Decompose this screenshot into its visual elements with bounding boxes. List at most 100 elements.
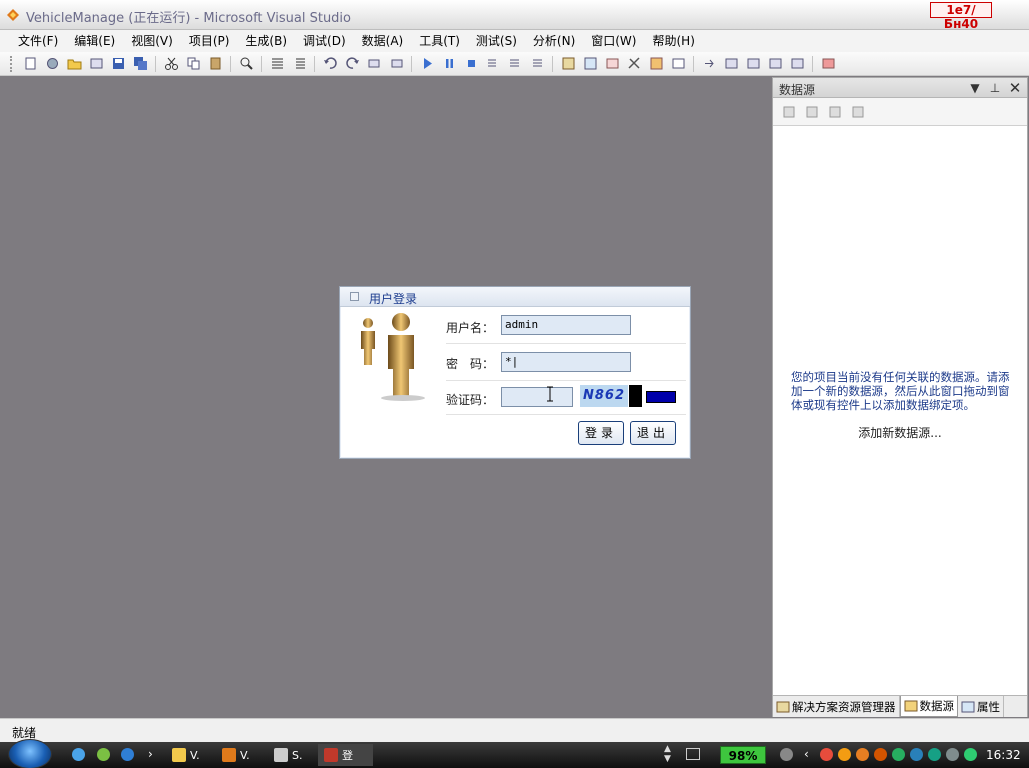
quicklaunch-icon[interactable] xyxy=(97,748,110,761)
close-icon[interactable]: ✕ xyxy=(1007,80,1023,96)
menu-test[interactable]: 测试(S) xyxy=(468,31,525,51)
taskbar-app-login[interactable]: 登 xyxy=(318,744,373,766)
app-icon xyxy=(274,748,288,762)
tray-icon[interactable] xyxy=(856,748,869,761)
menu-file[interactable]: 文件(F) xyxy=(10,31,66,51)
start-button[interactable] xyxy=(8,739,52,768)
captcha-noise xyxy=(629,385,642,407)
toolbox-button[interactable] xyxy=(624,55,644,73)
menu-build[interactable]: 生成(B) xyxy=(237,31,295,51)
login-button[interactable]: 登录 xyxy=(578,421,624,445)
tray-icon[interactable] xyxy=(892,748,905,761)
paste-button[interactable] xyxy=(205,55,225,73)
comment-button[interactable] xyxy=(267,55,287,73)
lock-controls-button[interactable] xyxy=(787,55,807,73)
title-bar: VehicleManage (正在运行) - Microsoft Visual … xyxy=(0,0,1029,31)
shield-icon[interactable] xyxy=(964,748,977,761)
tab-datasource[interactable]: 数据源 xyxy=(899,696,958,717)
tray-icon[interactable] xyxy=(820,748,833,761)
step-into-button[interactable] xyxy=(483,55,503,73)
open-file-button[interactable] xyxy=(64,55,84,73)
quicklaunch-icon[interactable] xyxy=(72,748,85,761)
captcha-refresh-button[interactable] xyxy=(646,391,676,403)
chevron-right-icon[interactable]: › xyxy=(148,747,153,761)
menu-debug[interactable]: 调试(D) xyxy=(295,31,354,51)
dropdown-icon[interactable]: ▼ xyxy=(967,80,983,96)
redo-button[interactable] xyxy=(342,55,362,73)
add-item-button[interactable] xyxy=(42,55,62,73)
network-icon[interactable] xyxy=(780,748,793,761)
uncomment-button[interactable] xyxy=(289,55,309,73)
find-button[interactable] xyxy=(236,55,256,73)
redo-icon xyxy=(345,57,359,69)
menu-bar: 文件(F) 编辑(E) 视图(V) 项目(P) 生成(B) 调试(D) 数据(A… xyxy=(0,30,1029,52)
stop-button[interactable] xyxy=(461,55,481,73)
chevron-left-icon[interactable]: ‹ xyxy=(804,747,809,761)
pause-button[interactable] xyxy=(439,55,459,73)
collapse-icon[interactable] xyxy=(350,292,359,301)
taskbar-app-s[interactable]: S. xyxy=(274,746,302,764)
pin-icon[interactable]: ⊥ xyxy=(987,80,1003,96)
battery-indicator: 98% xyxy=(720,746,766,764)
username-input[interactable]: admin xyxy=(501,315,631,335)
taskbar-app-folder[interactable]: V. xyxy=(172,746,200,764)
keyboard-icon[interactable] xyxy=(686,748,700,760)
layout-button[interactable] xyxy=(743,55,763,73)
start-debug-button[interactable] xyxy=(417,55,437,73)
menu-help[interactable]: 帮助(H) xyxy=(644,31,702,51)
edit-dataset-icon[interactable] xyxy=(804,104,820,120)
grid-button[interactable] xyxy=(86,55,106,73)
menu-tools[interactable]: 工具(T) xyxy=(411,31,468,51)
solution-explorer-button[interactable] xyxy=(558,55,578,73)
add-datasource-link[interactable]: 添加新数据源... xyxy=(773,424,1027,441)
play-icon xyxy=(423,58,432,69)
menu-window[interactable]: 窗口(W) xyxy=(583,31,644,51)
tray-icon[interactable] xyxy=(910,748,923,761)
tray-icon[interactable] xyxy=(838,748,851,761)
taskbar: › V. V. S. 登 ▲ ▼ 98% ‹ 16:32 xyxy=(0,739,1029,768)
tab-order-button[interactable] xyxy=(765,55,785,73)
internet-explorer-icon[interactable] xyxy=(121,748,134,761)
new-project-button[interactable] xyxy=(20,55,40,73)
copy-button[interactable] xyxy=(183,55,203,73)
cut-button[interactable] xyxy=(161,55,181,73)
exit-button[interactable]: 退出 xyxy=(630,421,676,445)
save-button[interactable] xyxy=(108,55,128,73)
add-datasource-icon[interactable] xyxy=(781,104,797,120)
device-button[interactable] xyxy=(818,55,838,73)
tab-properties[interactable]: 属性 xyxy=(958,696,1004,717)
output-button[interactable] xyxy=(668,55,688,73)
refresh-icon[interactable] xyxy=(850,104,866,120)
menu-project[interactable]: 项目(P) xyxy=(181,31,238,51)
tray-icon[interactable] xyxy=(874,748,887,761)
scroll-arrows-icon[interactable]: ▲ ▼ xyxy=(664,744,671,764)
device-icon xyxy=(822,58,834,69)
tray-icon[interactable] xyxy=(928,748,941,761)
start-page-button[interactable] xyxy=(646,55,666,73)
align-button[interactable] xyxy=(721,55,741,73)
navigate-forward-button[interactable] xyxy=(386,55,406,73)
step-over-button[interactable] xyxy=(505,55,525,73)
taskbar-app-vs[interactable]: V. xyxy=(222,746,250,764)
toolbar-grip[interactable] xyxy=(10,55,13,72)
pause-icon xyxy=(445,59,453,68)
menu-view[interactable]: 视图(V) xyxy=(123,31,181,51)
menu-data[interactable]: 数据(A) xyxy=(354,31,412,51)
properties-button[interactable] xyxy=(580,55,600,73)
menu-edit[interactable]: 编辑(E) xyxy=(66,31,123,51)
configure-dataset-icon[interactable] xyxy=(827,104,843,120)
step-out-button[interactable] xyxy=(527,55,547,73)
tray-icon[interactable] xyxy=(946,748,959,761)
save-all-button[interactable] xyxy=(130,55,150,73)
menu-analyze[interactable]: 分析(N) xyxy=(525,31,583,51)
tab-solution-explorer[interactable]: 解决方案资源管理器 xyxy=(773,696,900,717)
uncomment-lines-icon xyxy=(295,58,305,69)
navigate-back-button[interactable] xyxy=(364,55,384,73)
captcha-input[interactable] xyxy=(501,387,573,407)
undo-button[interactable] xyxy=(320,55,340,73)
format-button[interactable] xyxy=(699,55,719,73)
password-input[interactable]: *| xyxy=(501,352,631,372)
properties-icon xyxy=(961,701,975,712)
object-browser-button[interactable] xyxy=(602,55,622,73)
captcha-image[interactable]: N862 xyxy=(580,385,628,407)
